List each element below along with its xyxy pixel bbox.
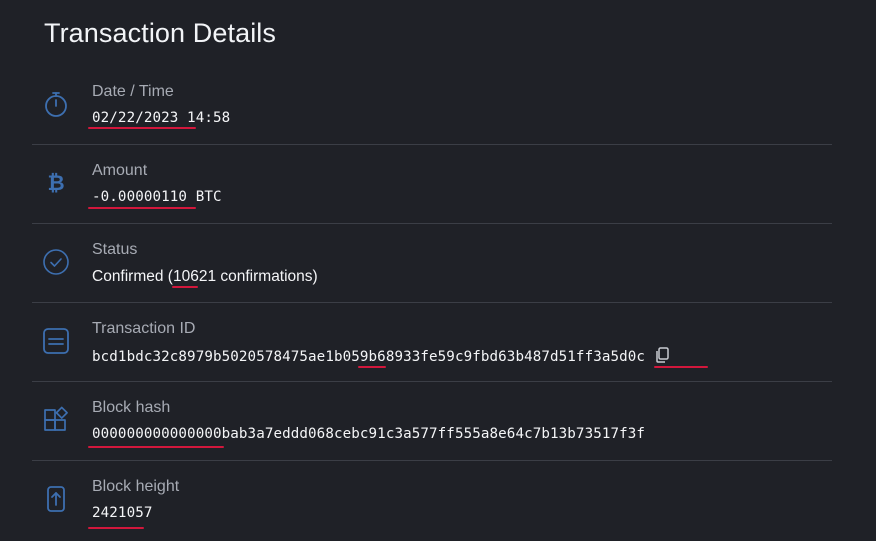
detail-row-transaction-id: Transaction ID bcd1bdc32c8979b5020578475… [32, 303, 832, 382]
block-hash-value: 000000000000000bab3a7eddd068cebc91c3a577… [92, 426, 646, 442]
status-value: Confirmed (10621 confirmations) [92, 268, 318, 285]
transaction-id-text: bcd1bdc32c8979b5020578475ae1b059b68933fe… [92, 349, 646, 365]
arrow-up-box-icon [42, 485, 70, 513]
svg-text:₿: ₿ [47, 171, 64, 195]
annotation-underline-block-height [88, 527, 144, 529]
blocks-icon [42, 406, 70, 434]
detail-row-date-time: Date / Time 02/22/2023 14:58 [32, 66, 832, 145]
status-label: Status [92, 241, 138, 258]
annotation-underline-txid-end [654, 366, 708, 368]
date-time-label: Date / Time [92, 83, 174, 100]
check-circle-icon [42, 248, 70, 276]
annotation-underline-date [88, 127, 196, 129]
date-time-value: 02/22/2023 14:58 [92, 110, 231, 126]
detail-row-amount: ₿ Amount -0.00000110 BTC [32, 145, 832, 224]
block-height-label: Block height [92, 478, 180, 495]
detail-row-status: Status Confirmed (10621 confirmations) [32, 224, 832, 303]
transaction-id-value: bcd1bdc32c8979b5020578475ae1b059b68933fe… [92, 347, 669, 365]
annotation-underline-confirmations [172, 286, 198, 288]
page-title: Transaction Details [44, 18, 276, 48]
amount-value: -0.00000110 BTC [92, 189, 222, 205]
transaction-card-icon [42, 327, 70, 355]
copy-icon[interactable] [655, 347, 669, 363]
transaction-id-label: Transaction ID [92, 320, 196, 337]
block-hash-label: Block hash [92, 399, 171, 416]
amount-label: Amount [92, 162, 148, 179]
bitcoin-icon: ₿ [42, 169, 70, 197]
block-height-value: 2421057 [92, 505, 153, 521]
annotation-underline-block-hash [88, 446, 224, 448]
detail-row-block-hash: Block hash 000000000000000bab3a7eddd068c… [32, 382, 832, 461]
detail-row-block-height: Block height 2421057 [32, 461, 832, 540]
annotation-underline-amount [88, 207, 196, 209]
transaction-details-list: Date / Time 02/22/2023 14:58 ₿ Amount -0… [32, 66, 832, 540]
annotation-underline-txid-middle [358, 366, 386, 368]
stopwatch-icon [42, 90, 70, 118]
